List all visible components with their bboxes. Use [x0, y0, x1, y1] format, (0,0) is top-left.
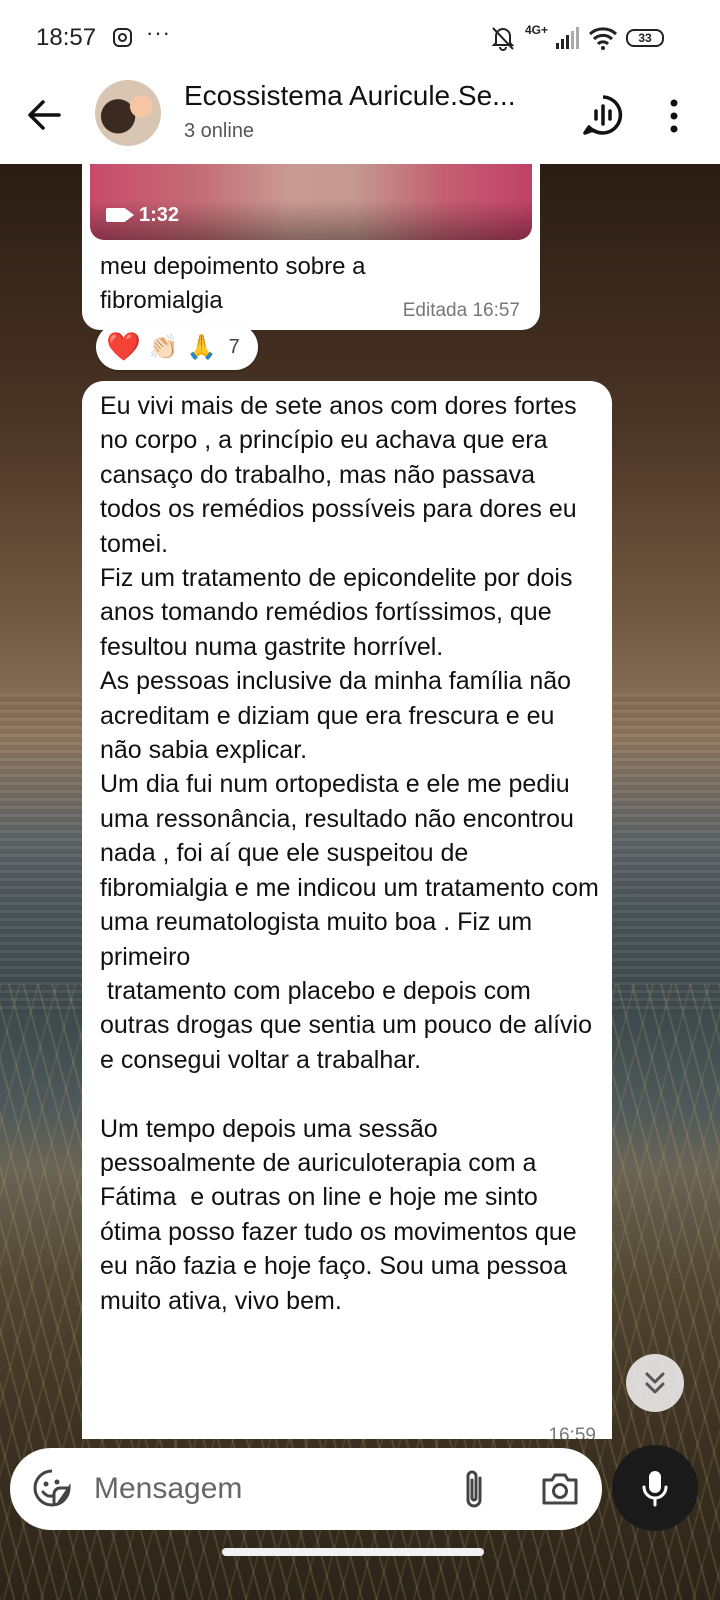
voice-chat-icon — [583, 95, 623, 135]
video-caption: meu depoimento sobre a fibromialgia — [100, 253, 366, 314]
clap-reaction: 👏🏻 — [148, 333, 179, 361]
network-type: 4G+ — [524, 23, 548, 37]
instagram-icon — [113, 28, 132, 47]
gesture-bar[interactable] — [222, 1548, 484, 1556]
online-status: 3 online — [184, 120, 255, 142]
voice-record-button[interactable] — [612, 1445, 698, 1531]
edited-timestamp: Editada 16:57 — [402, 300, 520, 321]
message-input[interactable] — [94, 1466, 434, 1512]
pray-reaction: 🙏 — [186, 333, 217, 361]
message-timestamp: 16:59 — [548, 1425, 596, 1439]
kebab-menu-icon — [670, 99, 678, 133]
double-chevron-down-icon — [645, 1372, 665, 1394]
reaction-count: 7 — [228, 335, 240, 358]
text-message-bubble[interactable]: Eu vivi mais de sete anos com dores fort… — [82, 381, 612, 1439]
voice-chat-button[interactable] — [581, 93, 625, 137]
wifi-icon — [588, 27, 618, 50]
more-options-button[interactable] — [664, 94, 684, 138]
scroll-to-bottom-button[interactable] — [626, 1354, 684, 1412]
chat-title[interactable]: Ecossistema Auricule.Se... — [184, 80, 554, 112]
sticker-icon — [33, 1469, 71, 1507]
video-message-bubble[interactable]: 1:32 meu depoimento sobre a fibromialgia… — [82, 148, 540, 330]
status-bar: 18:57 ··· 4G+ 33 — [0, 0, 720, 72]
reactions-pill[interactable]: ❤️ 👏🏻 🙏 7 — [96, 324, 258, 370]
camera-icon — [542, 1473, 578, 1505]
status-time: 18:57 — [36, 24, 97, 51]
battery-icon: 33 — [626, 29, 664, 47]
video-thumbnail[interactable] — [90, 164, 532, 240]
paperclip-icon — [466, 1470, 482, 1508]
silent-bell-icon — [491, 27, 515, 51]
camera-button[interactable] — [540, 1470, 580, 1508]
avatar[interactable] — [95, 80, 161, 146]
back-button[interactable] — [22, 92, 68, 138]
microphone-icon — [642, 1471, 668, 1507]
video-camera-icon — [106, 208, 134, 222]
arrow-left-icon — [28, 100, 61, 130]
attach-button[interactable] — [458, 1468, 492, 1512]
heart-reaction: ❤️ — [106, 331, 141, 362]
more-dots-icon: ··· — [146, 20, 171, 45]
message-text: Eu vivi mais de sete anos com dores fort… — [100, 392, 599, 1315]
sticker-button[interactable] — [32, 1468, 72, 1508]
video-duration: 1:32 — [139, 204, 180, 226]
gesture-navigation-area — [0, 1540, 720, 1600]
status-icons: 4G+ 33 — [489, 23, 664, 52]
message-composer — [10, 1448, 602, 1530]
signal-icon — [556, 27, 579, 49]
